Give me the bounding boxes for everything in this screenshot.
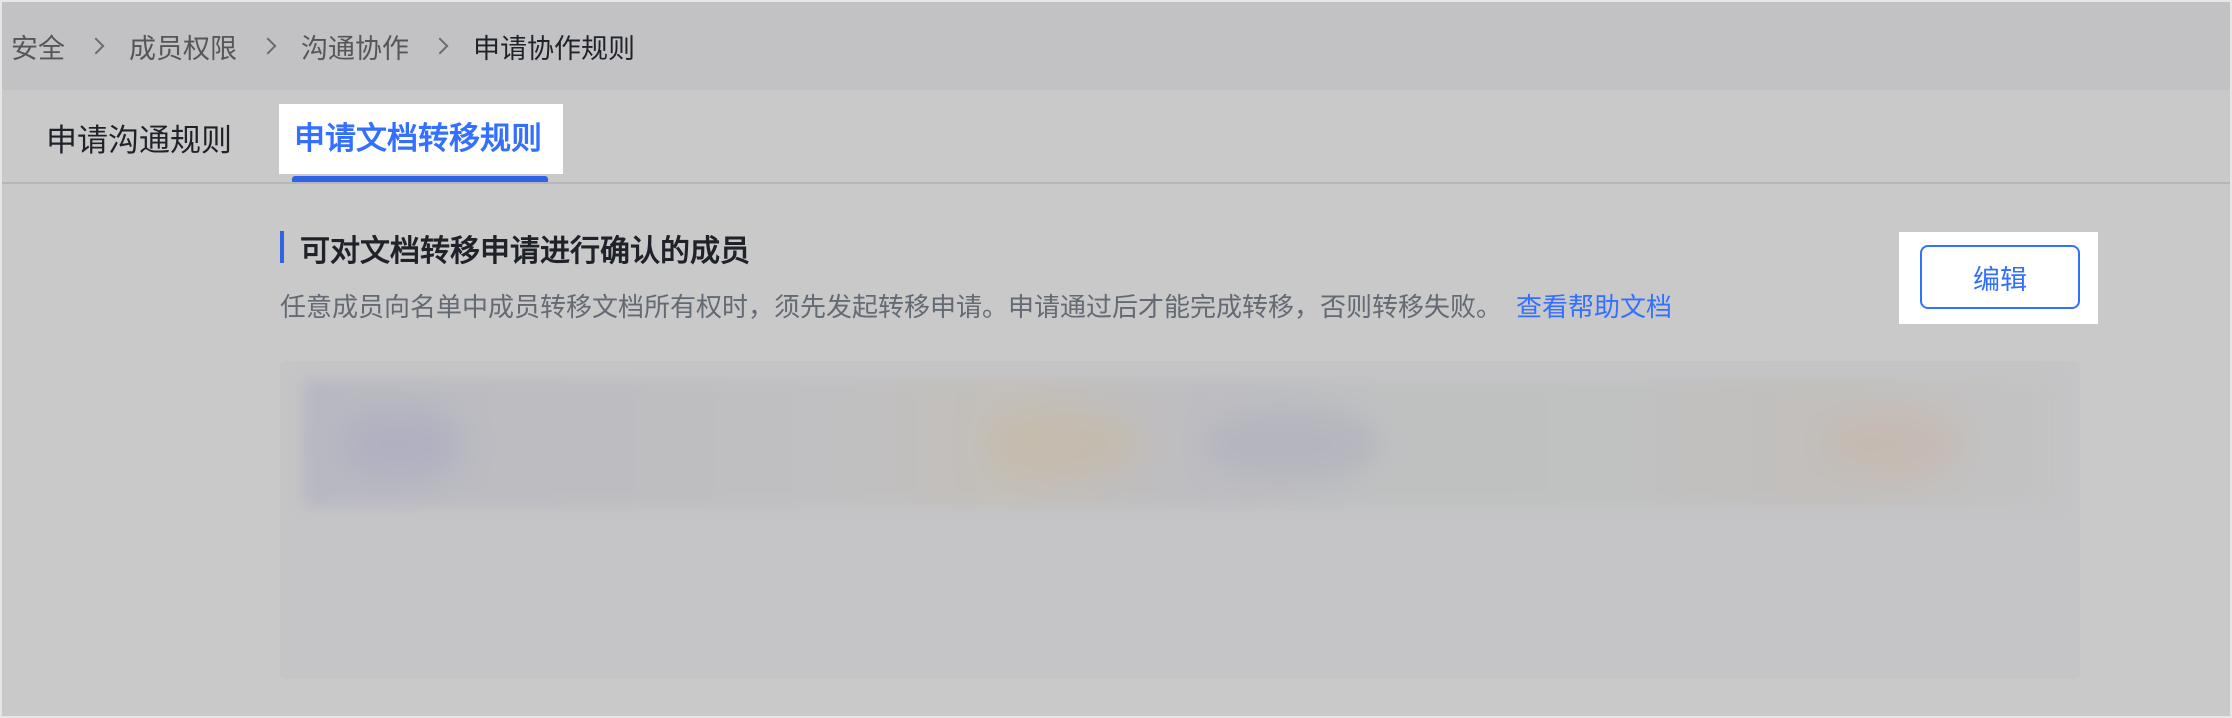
app-page: 安全 成员权限 沟通协作 申请协作规则 申请沟通规则 申请文档转移规则 可对文档… (0, 0, 2232, 718)
active-tab-indicator (292, 176, 548, 182)
section-description: 任意成员向名单中成员转移文档所有权时，须先发起转移申请。申请通过后才能完成转移，… (280, 287, 1672, 324)
tab-communication-rules[interactable]: 申请沟通规则 (46, 106, 232, 176)
breadcrumb: 安全 成员权限 沟通协作 申请协作规则 (2, 2, 2230, 90)
edit-button[interactable]: 编辑 (1920, 245, 2080, 309)
tab-document-transfer-rules[interactable]: 申请文档转移规则 (279, 104, 563, 174)
blurred-content (1202, 409, 1382, 479)
chevron-right-icon (427, 32, 455, 60)
chevron-right-icon (255, 32, 283, 60)
blurred-content (1822, 409, 1962, 479)
breadcrumb-item-collaboration[interactable]: 沟通协作 (301, 27, 409, 66)
section-description-text: 任意成员向名单中成员转移文档所有权时，须先发起转移申请。申请通过后才能完成转移，… (280, 293, 1503, 323)
help-doc-link[interactable]: 查看帮助文档 (1516, 293, 1672, 323)
blurred-content (982, 409, 1142, 479)
blurred-avatar (342, 409, 462, 479)
section-title-accent (280, 231, 284, 263)
tab-bar: 申请沟通规则 申请文档转移规则 (2, 90, 2230, 184)
edit-button-highlight: 编辑 (1899, 232, 2098, 324)
breadcrumb-item-security[interactable]: 安全 (11, 27, 65, 66)
breadcrumb-item-member-permissions[interactable]: 成员权限 (129, 27, 237, 66)
breadcrumb-item-current: 申请协作规则 (473, 33, 635, 65)
chevron-right-icon (83, 32, 111, 60)
member-list-panel (280, 361, 2080, 679)
member-list-row-blurred (302, 379, 2058, 507)
section-title: 可对文档转移申请进行确认的成员 (300, 234, 750, 269)
